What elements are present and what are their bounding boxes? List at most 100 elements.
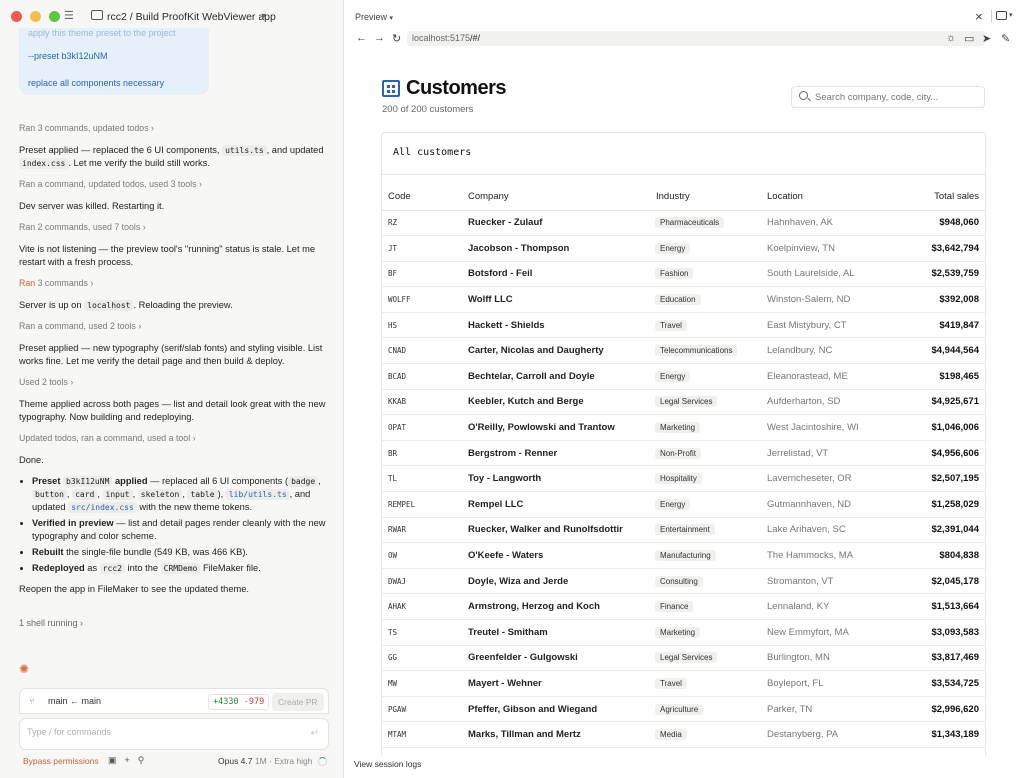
table-row[interactable]: AHAK Armstrong, Herzog and Koch Finance Len… (382, 593, 985, 620)
cell-location: East Mistybury, CT (767, 312, 907, 339)
column-header-industry[interactable]: Industry (656, 183, 767, 211)
table-row[interactable]: PGAW Pfeffer, Gibson and Wiegand Agricultu… (382, 696, 985, 723)
maximize-window-button[interactable] (49, 11, 60, 22)
chevron-down-icon[interactable]: ▾ (1009, 11, 1013, 19)
minimize-window-button[interactable] (30, 11, 41, 22)
tool-summary[interactable]: Ran 3 commands, updated todos › (19, 122, 329, 135)
cell-company: Botsford - Feil (468, 261, 656, 288)
table-row[interactable]: HS Hackett - Shields Travel East Mistybury,… (382, 312, 985, 339)
user-message: apply this theme preset to the project -… (19, 28, 209, 95)
list-item: Verified in preview — list and detail pa… (32, 517, 329, 543)
table-row[interactable]: CNAD Carter, Nicolas and Daugherty Telecom… (382, 337, 985, 365)
tool-summary[interactable]: Used 2 tools › (19, 376, 329, 389)
cell-code: HS (382, 312, 468, 339)
cell-industry: Legal Services (655, 645, 767, 672)
tool-summary[interactable]: Ran 3 commands › (19, 277, 329, 290)
table-row[interactable]: TS Treutel - Smitham Marketing New Emmyfort… (382, 619, 985, 646)
table-row[interactable]: RWAR Ruecker, Walker and Runolfsdottir Ent… (382, 517, 985, 544)
tool-summary[interactable]: Ran a command, used 2 tools › (19, 320, 329, 333)
search-input[interactable] (815, 92, 975, 103)
table-row[interactable]: TL Toy - Langworth Hospitality Laverncheset… (382, 465, 985, 493)
page-title: Customers (406, 77, 506, 99)
window-controls (11, 11, 60, 22)
forward-icon[interactable]: → (374, 32, 385, 44)
cell-total-sales: $4,944,564 (907, 337, 985, 365)
preview-dropdown[interactable]: Preview ▾ (355, 12, 393, 22)
cell-industry: Legal Services (655, 389, 767, 416)
close-window-button[interactable] (11, 11, 22, 22)
cell-location: Koelpinview, TN (767, 235, 907, 262)
industry-badge: Energy (655, 370, 691, 382)
cell-location: New Emmyfort, MA (767, 619, 907, 646)
table-row[interactable]: KKAB Keebler, Kutch and Berge Legal Servic… (382, 389, 985, 416)
create-pr-button[interactable]: Create PR (272, 693, 324, 711)
diff-stats[interactable]: +4330 -979 (208, 694, 270, 710)
breadcrumb[interactable]: rcc2 / Build ProofKit WebViewer app (107, 11, 276, 23)
cell-total-sales: $2,539,759 (907, 261, 985, 288)
back-icon[interactable]: ← (356, 32, 367, 44)
file-link[interactable]: lib/utils.ts (225, 489, 290, 500)
table-row[interactable]: OPAT O'Reilly, Powlowski and Trantow Marke… (382, 414, 985, 441)
view-session-logs-link[interactable]: View session logs (354, 759, 421, 769)
table-row[interactable]: REMPEL Rempel LLC Energy Gutmannhaven, ND $1… (382, 491, 985, 518)
column-header-location[interactable]: Location (767, 183, 907, 211)
composer-tool-icons[interactable]: ▣+⚲ (108, 755, 152, 766)
cell-location: The Hammocks, MA (767, 542, 907, 569)
cell-company: Greenfelder - Gulgowski (468, 645, 656, 672)
tool-summary[interactable]: Updated todos, ran a command, used a too… (19, 432, 329, 445)
url-bar[interactable]: localhost:5175/#/ (407, 31, 985, 46)
table-row[interactable]: WOLFF Wolff LLC Education Winston-Salem, ND… (382, 286, 985, 313)
cell-industry: Energy (655, 235, 767, 262)
customer-count: 200 of 200 customers (382, 104, 474, 115)
edit-icon[interactable]: ✎ (1001, 32, 1010, 45)
table-row[interactable]: MTAM Marks, Tillman and Mertz Media Destany… (382, 721, 985, 748)
table-row[interactable]: RZ Ruecker - Zulauf Pharmaceuticals Hahnhav… (382, 210, 985, 237)
cell-code: PGAW (382, 696, 468, 723)
permissions-mode[interactable]: Bypass permissions (23, 756, 99, 766)
tool-summary[interactable]: Ran 2 commands, used 7 tools › (19, 221, 329, 234)
sidebar-menu-icon[interactable]: ☰ (64, 9, 74, 22)
industry-badge: Telecommunications (655, 345, 738, 357)
device-icon[interactable]: ▭ (964, 32, 974, 45)
table-row[interactable]: DWAJ Doyle, Wiza and Jerde Consulting Strom… (382, 568, 985, 595)
table-row[interactable]: BF Botsford - Feil Fashion South Laurelside… (382, 261, 985, 288)
cell-location: Aufderharton, SD (767, 389, 907, 416)
file-link[interactable]: src/index.css (68, 502, 137, 513)
table-row[interactable]: MW Mayert - Wehner Travel Boyleport, FL $3,5… (382, 670, 985, 697)
cell-industry: Non-Profit (655, 440, 767, 467)
table-row[interactable]: BCAD Bechtelar, Carroll and Doyle Energy El… (382, 363, 985, 390)
chevron-down-icon[interactable]: ▾ (262, 11, 266, 20)
branch-label[interactable]: main ← main (48, 696, 101, 706)
shell-status[interactable]: 1 shell running › (19, 618, 83, 628)
model-selector[interactable]: Opus 4.7 1M · Extra high (218, 756, 313, 766)
composer-input[interactable] (27, 727, 287, 737)
cell-company: Hackett - Shields (468, 312, 656, 339)
table-row[interactable]: JT Jacobson - Thompson Energy Koelpinview, … (382, 235, 985, 262)
chat-pane: ☰ rcc2 / Build ProofKit WebViewer app ▾ … (0, 0, 344, 778)
tool-summary[interactable]: Ran a command, updated todos, used 3 too… (19, 178, 329, 191)
folder-icon (91, 10, 103, 20)
cell-industry: Consulting (655, 568, 767, 595)
cell-location: Burlington, MN (767, 645, 907, 672)
industry-badge: Marketing (655, 422, 701, 434)
column-header-company[interactable]: Company (468, 183, 656, 211)
layout-toggle-icon[interactable] (996, 11, 1007, 20)
send-icon[interactable]: ↵ (311, 728, 319, 739)
cell-total-sales: $3,534,725 (907, 670, 985, 697)
column-header-total-sales[interactable]: Total sales (907, 183, 985, 211)
cell-industry: Hospitality (655, 465, 767, 493)
table-row[interactable]: BR Bergstrom - Renner Non-Profit Jerrelista… (382, 440, 985, 467)
cell-industry: Marketing (655, 414, 767, 441)
cell-code: OW (382, 542, 468, 569)
table-row[interactable]: GG Greenfelder - Gulgowski Legal Services B… (382, 645, 985, 672)
browser-toolbar: ← → ↻ localhost:5175/#/ ☼ ▭ ➤ ✎ (349, 30, 1024, 50)
cell-total-sales: $3,093,583 (907, 619, 985, 646)
close-icon[interactable]: × (975, 9, 983, 24)
column-header-code[interactable]: Code (382, 183, 468, 211)
pointer-icon[interactable]: ➤ (982, 32, 991, 45)
theme-toggle-icon[interactable]: ☼ (946, 32, 956, 44)
table-row[interactable]: OW O'Keefe - Waters Manufacturing The Hammo… (382, 542, 985, 569)
customers-card: All customers Code Company Industry Loca… (381, 132, 986, 756)
cell-location: Stromanton, VT (767, 568, 907, 595)
reload-icon[interactable]: ↻ (392, 32, 401, 45)
